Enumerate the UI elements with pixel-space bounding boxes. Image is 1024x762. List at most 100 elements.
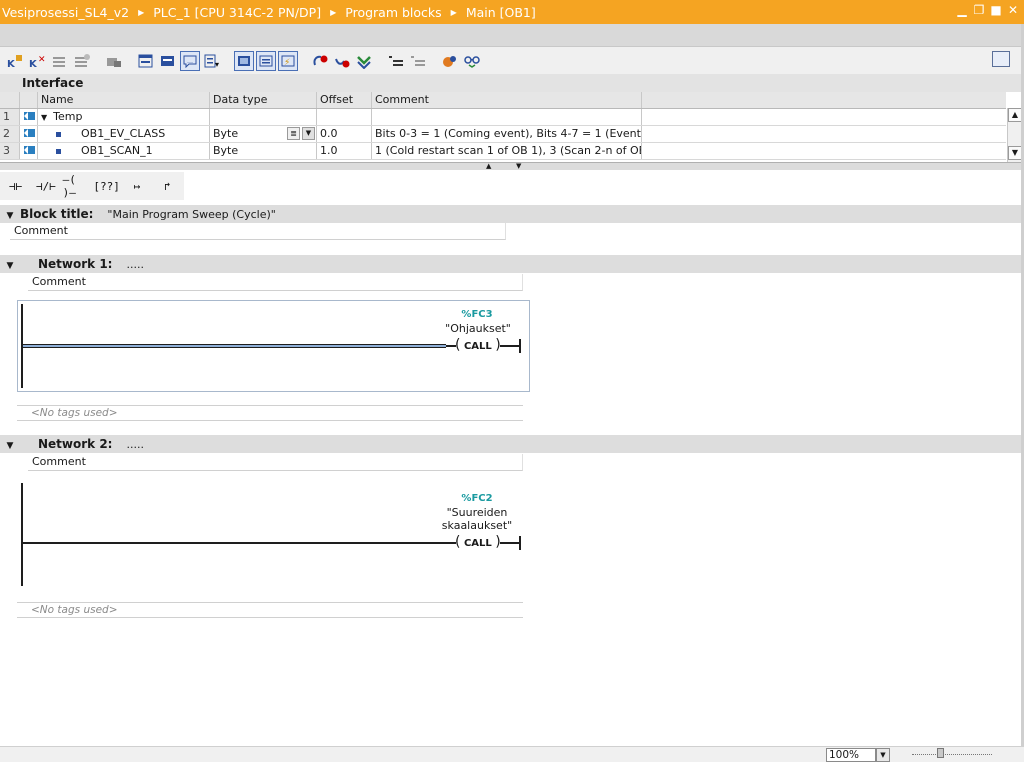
scroll-up-icon[interactable]: ▲	[1008, 108, 1022, 122]
list-icon[interactable]: ≣	[287, 127, 300, 140]
collapse-triangle-icon[interactable]: ▼	[0, 437, 20, 455]
svg-text:✕: ✕	[38, 55, 46, 65]
svg-text:K: K	[7, 59, 16, 69]
close-all-networks-icon[interactable]	[158, 51, 178, 71]
network-2-call-label: CALL	[463, 538, 492, 549]
network-comments-icon[interactable]: …	[180, 50, 200, 71]
row-type-text: Byte	[213, 127, 239, 140]
insert-row-icon[interactable]	[50, 51, 70, 71]
zoom-slider-thumb[interactable]	[937, 748, 944, 758]
network-1-fc-tag[interactable]: "Ohjaukset"	[440, 322, 516, 335]
expand-down-icon[interactable]: ▼	[516, 162, 521, 170]
collapse-up-icon[interactable]: ▲	[486, 162, 491, 170]
row-comment[interactable]: Bits 0-3 = 1 (Coming event), Bits 4-7 = …	[372, 126, 642, 142]
collapse-triangle-icon[interactable]: ▼	[0, 257, 20, 275]
table-row[interactable]: 2 OB1_EV_CLASS Byte ≣ ▼ 0.0 Bits 0-3 = 1 (…	[0, 126, 1006, 143]
normally-closed-contact-icon[interactable]: ⊣/⊢	[32, 174, 59, 198]
chevron-down-icon[interactable]: ▼	[302, 127, 315, 140]
network-1-title[interactable]: .....	[126, 258, 143, 271]
block-title-value[interactable]: "Main Program Sweep (Cycle)"	[107, 208, 275, 221]
split-editor-icon[interactable]	[992, 51, 1010, 67]
chevron-right-icon: ▶	[450, 7, 457, 17]
row-type[interactable]: Byte	[210, 143, 317, 159]
open-branch-icon[interactable]: ↦	[123, 174, 150, 198]
breadcrumb-program-blocks[interactable]: Program blocks	[345, 5, 441, 20]
network-1-comment[interactable]: Comment	[28, 274, 523, 291]
row-name[interactable]: OB1_EV_CLASS	[38, 126, 210, 142]
restore-icon[interactable]: ❐	[972, 3, 986, 17]
scroll-down-icon[interactable]: ▼	[1008, 146, 1022, 160]
breadcrumb-project[interactable]: Vesiprosessi_SL4_v2	[2, 5, 129, 20]
insert-network-icon[interactable]: K	[6, 51, 26, 71]
previous-error-icon[interactable]	[332, 51, 352, 71]
glasses-icon[interactable]	[462, 51, 482, 71]
row-number-header	[0, 92, 20, 108]
row-comment[interactable]: 1 (Cold restart scan 1 of OB 1), 3 (Scan…	[372, 143, 642, 159]
minimize-icon[interactable]: ▁	[955, 3, 969, 17]
row-type[interactable]	[210, 109, 317, 125]
outdent-icon[interactable]	[408, 51, 428, 71]
network-2-comment[interactable]: Comment	[28, 454, 523, 471]
row-type[interactable]: Byte ≣ ▼	[210, 126, 317, 142]
collapse-triangle-icon[interactable]: ▼	[41, 113, 47, 122]
normally-open-contact-icon[interactable]: ⊣⊢	[2, 174, 29, 198]
row-name-text: OB1_SCAN_1	[81, 144, 153, 157]
row-name-text: Temp	[53, 110, 83, 123]
empty-box-icon[interactable]: [??]	[93, 174, 120, 198]
interface-section-icon	[20, 109, 38, 125]
editor-header-strip	[0, 24, 1024, 46]
column-header-comment[interactable]: Comment	[372, 92, 642, 108]
delete-row-icon[interactable]	[104, 51, 124, 71]
output-coil-icon[interactable]: –( )–	[63, 173, 90, 199]
interface-splitter[interactable]: ▲ ▼	[0, 162, 1024, 170]
network-1-selected-wire[interactable]	[23, 344, 446, 348]
block-title-bar[interactable]: ▼ Block title: "Main Program Sweep (Cycle)…	[0, 205, 1024, 223]
open-all-networks-icon[interactable]	[136, 51, 156, 71]
lad-instruction-bar: ⊣⊢ ⊣/⊢ –( )– [??] ↦ ↱	[0, 172, 184, 200]
network-2-header[interactable]: ▼ Network 2:.....	[0, 435, 1024, 453]
row-name[interactable]: ▼ Temp	[38, 109, 210, 125]
variable-icon	[20, 143, 38, 159]
indent-icon[interactable]	[386, 51, 406, 71]
row-name[interactable]: OB1_SCAN_1	[38, 143, 210, 159]
maximize-icon[interactable]: ■	[989, 3, 1003, 17]
chevron-right-icon: ▶	[138, 7, 145, 17]
block-editor-toolbar: K K ✕ … ▾ ⚡	[0, 46, 1024, 74]
table-row[interactable]: 3 OB1_SCAN_1 Byte 1.0 1 (Cold restart sc…	[0, 143, 1006, 160]
delete-network-icon[interactable]: K ✕	[28, 51, 48, 71]
close-branch-icon[interactable]: ↱	[154, 174, 181, 198]
zoom-slider[interactable]	[912, 754, 992, 756]
monitoring-icon[interactable]	[440, 51, 460, 71]
show-list-icon[interactable]: ⚡	[278, 50, 298, 71]
block-comment[interactable]: Comment	[10, 223, 506, 240]
chevron-right-icon: ▶	[330, 7, 337, 17]
network-2-title[interactable]: .....	[126, 438, 143, 451]
network-2-no-tags: <No tags used>	[17, 602, 523, 618]
row-number: 2	[0, 126, 20, 142]
network-2-wire[interactable]	[23, 542, 456, 544]
zoom-field[interactable]: 100%	[826, 748, 876, 762]
network-2-fc-tag[interactable]: "Suureiden skaalaukset"	[438, 506, 516, 532]
absolute-operands-icon[interactable]: ▾	[202, 51, 222, 71]
chevron-down-icon[interactable]: ▼	[876, 748, 890, 762]
table-row[interactable]: 1 ▼ Temp	[0, 109, 1006, 126]
column-header-data-type[interactable]: Data type	[210, 92, 317, 108]
row-name-text: OB1_EV_CLASS	[81, 127, 166, 140]
block-title-label: Block title:	[20, 207, 94, 221]
breadcrumb-plc[interactable]: PLC_1 [CPU 314C-2 PN/DP]	[153, 5, 321, 20]
column-header-offset[interactable]: Offset	[317, 92, 372, 108]
interface-header-row: Name Data type Offset Comment	[0, 92, 1006, 109]
svg-text:…: …	[187, 58, 193, 65]
next-error-icon[interactable]	[354, 51, 374, 71]
network-1-header[interactable]: ▼ Network 1:.....	[0, 255, 1024, 273]
toggle-view-icon[interactable]	[256, 50, 276, 71]
close-icon[interactable]: ✕	[1006, 3, 1020, 17]
add-row-icon[interactable]	[72, 51, 92, 71]
breadcrumb-main-ob1[interactable]: Main [OB1]	[466, 5, 536, 20]
goto-error-icon[interactable]	[310, 51, 330, 71]
column-header-name[interactable]: Name	[38, 92, 210, 108]
favorites-icon[interactable]	[234, 50, 254, 71]
row-comment[interactable]	[372, 109, 642, 125]
network-1-no-tags: <No tags used>	[17, 405, 523, 421]
network-2-label: Network 2:	[38, 437, 113, 451]
